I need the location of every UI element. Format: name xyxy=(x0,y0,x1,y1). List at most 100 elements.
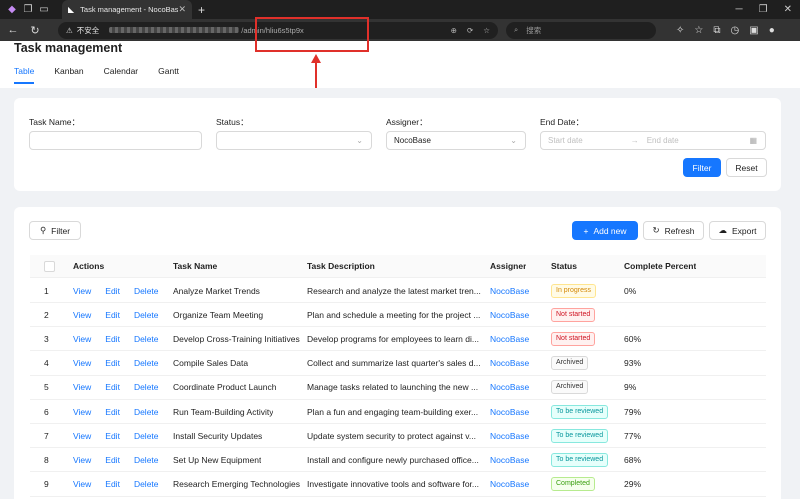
refresh-button[interactable]: ↻ Refresh xyxy=(643,221,704,240)
edit-link[interactable]: Edit xyxy=(105,334,120,344)
history-icon[interactable]: ◷ xyxy=(731,25,740,36)
task-name-label: Task Name： xyxy=(29,117,81,127)
table-row[interactable]: 9 View Edit Delete Research Emerging Technol… xyxy=(30,473,766,497)
collections-icon[interactable]: ⧉ xyxy=(713,25,720,36)
view-link[interactable]: View xyxy=(73,455,91,465)
delete-link[interactable]: Delete xyxy=(134,334,159,344)
refresh-page-icon[interactable]: ⟳ xyxy=(467,26,473,35)
assigner-link[interactable]: NocoBase xyxy=(490,352,529,375)
zoom-icon[interactable]: ⊕ xyxy=(451,26,457,35)
downloads-icon[interactable]: ▣ xyxy=(749,25,758,36)
table-row[interactable]: 3 View Edit Delete Develop Cross-Training In… xyxy=(30,327,766,352)
complete-percent-cell: 9% xyxy=(624,382,637,393)
row-actions: View Edit Delete xyxy=(73,448,159,471)
search-input[interactable]: ⌕ 搜索 xyxy=(506,21,656,39)
delete-link[interactable]: Delete xyxy=(134,479,159,489)
col-complete-percent[interactable]: Complete Percent xyxy=(624,255,696,277)
edit-link[interactable]: Edit xyxy=(105,407,120,417)
favorites-icon[interactable]: ☆ xyxy=(694,25,703,36)
delete-link[interactable]: Delete xyxy=(134,407,159,417)
add-new-button[interactable]: + Add new xyxy=(572,221,638,240)
maximize-icon[interactable]: ❐ xyxy=(759,4,768,15)
task-name-input[interactable] xyxy=(29,131,202,150)
form-filter-button[interactable]: Filter xyxy=(683,158,721,177)
minimize-icon[interactable]: ─ xyxy=(736,4,743,15)
row-actions: View Edit Delete xyxy=(73,279,159,302)
form-reset-button[interactable]: Reset xyxy=(726,158,767,177)
delete-link[interactable]: Delete xyxy=(134,382,159,392)
table-row[interactable]: 6 View Edit Delete Run Team-Building Activit… xyxy=(30,400,766,424)
view-link[interactable]: View xyxy=(73,431,91,441)
extensions-icon[interactable]: ✧ xyxy=(676,25,684,36)
table-row[interactable]: 4 View Edit Delete Compile Sales Data Collect… xyxy=(30,352,766,376)
view-link[interactable]: View xyxy=(73,310,91,320)
tab-kanban[interactable]: Kanban xyxy=(54,66,83,84)
task-description-cell: Install and configure newly purchased of… xyxy=(307,454,479,465)
delete-link[interactable]: Delete xyxy=(134,455,159,465)
edit-link[interactable]: Edit xyxy=(105,479,120,489)
table-filter-button[interactable]: ⚲ Filter xyxy=(29,221,81,240)
copilot-icon[interactable]: ● xyxy=(769,25,775,36)
browser-profile-icon[interactable]: ◆ xyxy=(4,2,20,18)
status-badge: To be reviewed xyxy=(551,452,609,467)
refresh-label: Refresh xyxy=(664,225,695,236)
tab-gantt[interactable]: Gantt xyxy=(158,66,179,84)
table-row[interactable]: 1 View Edit Delete Analyze Market Trends Rese… xyxy=(30,279,766,303)
reload-icon[interactable]: ↻ xyxy=(28,24,42,37)
delete-link[interactable]: Delete xyxy=(134,358,159,368)
assigner-link[interactable]: NocoBase xyxy=(490,376,529,399)
browser-tab[interactable]: ◣ Task management - NocoBase ✕ xyxy=(62,0,192,19)
end-date-range-picker[interactable]: Start date → End date ▦ xyxy=(540,131,766,150)
complete-percent-cell: 29% xyxy=(624,479,642,490)
view-link[interactable]: View xyxy=(73,479,91,489)
close-tab-icon[interactable]: ✕ xyxy=(178,4,186,15)
col-status[interactable]: Status xyxy=(551,255,577,277)
row-actions: View Edit Delete xyxy=(73,303,159,326)
table-row[interactable]: 7 View Edit Delete Install Security Updates U… xyxy=(30,424,766,449)
assigner-link[interactable]: NocoBase xyxy=(490,424,529,447)
table-row[interactable]: 5 View Edit Delete Coordinate Product Launch… xyxy=(30,376,766,400)
edit-link[interactable]: Edit xyxy=(105,286,120,296)
delete-link[interactable]: Delete xyxy=(134,286,159,296)
omnibox-actions: ⊕ ⟳ ☆ xyxy=(451,26,490,35)
edit-link[interactable]: Edit xyxy=(105,382,120,392)
export-button[interactable]: ☁ Export xyxy=(709,221,766,240)
table-row[interactable]: 8 View Edit Delete Set Up New Equipment Insta… xyxy=(30,448,766,473)
view-link[interactable]: View xyxy=(73,286,91,296)
row-index: 7 xyxy=(44,430,49,441)
assigner-link[interactable]: NocoBase xyxy=(490,448,529,471)
task-name-cell: Run Team-Building Activity xyxy=(173,406,274,417)
close-window-icon[interactable]: ✕ xyxy=(784,4,792,15)
select-all-checkbox[interactable] xyxy=(44,260,55,272)
edit-link[interactable]: Edit xyxy=(105,358,120,368)
tab-actions-icon[interactable]: ▭ xyxy=(36,2,52,18)
view-link[interactable]: View xyxy=(73,407,91,417)
assigner-link[interactable]: NocoBase xyxy=(490,303,529,326)
back-icon[interactable]: ← xyxy=(6,24,20,36)
view-link[interactable]: View xyxy=(73,382,91,392)
tab-calendar[interactable]: Calendar xyxy=(104,66,139,84)
delete-link[interactable]: Delete xyxy=(134,310,159,320)
delete-link[interactable]: Delete xyxy=(134,431,159,441)
status-select[interactable]: ⌄ xyxy=(216,131,372,150)
page-tabs: Table Kanban Calendar Gantt xyxy=(14,66,786,84)
tab-table[interactable]: Table xyxy=(14,66,35,84)
table-row[interactable]: 2 View Edit Delete Organize Team Meeting Plan… xyxy=(30,303,766,328)
edit-link[interactable]: Edit xyxy=(105,310,120,320)
view-link[interactable]: View xyxy=(73,334,91,344)
edit-link[interactable]: Edit xyxy=(105,455,120,465)
assigner-link[interactable]: NocoBase xyxy=(490,473,529,496)
workspaces-icon[interactable]: ❐ xyxy=(20,2,36,18)
edit-link[interactable]: Edit xyxy=(105,431,120,441)
col-task-description[interactable]: Task Description xyxy=(307,255,375,277)
favorite-star-icon[interactable]: ☆ xyxy=(483,26,490,35)
view-link[interactable]: View xyxy=(73,358,91,368)
assigner-link[interactable]: NocoBase xyxy=(490,327,529,350)
assigner-link[interactable]: NocoBase xyxy=(490,279,529,302)
col-assigner[interactable]: Assigner xyxy=(490,255,526,277)
col-task-name[interactable]: Task Name xyxy=(173,255,217,277)
assigner-select[interactable]: NocoBase ⌄ xyxy=(386,131,526,150)
add-new-label: Add new xyxy=(593,225,627,236)
new-tab-icon[interactable]: + xyxy=(198,3,205,17)
assigner-link[interactable]: NocoBase xyxy=(490,400,529,423)
